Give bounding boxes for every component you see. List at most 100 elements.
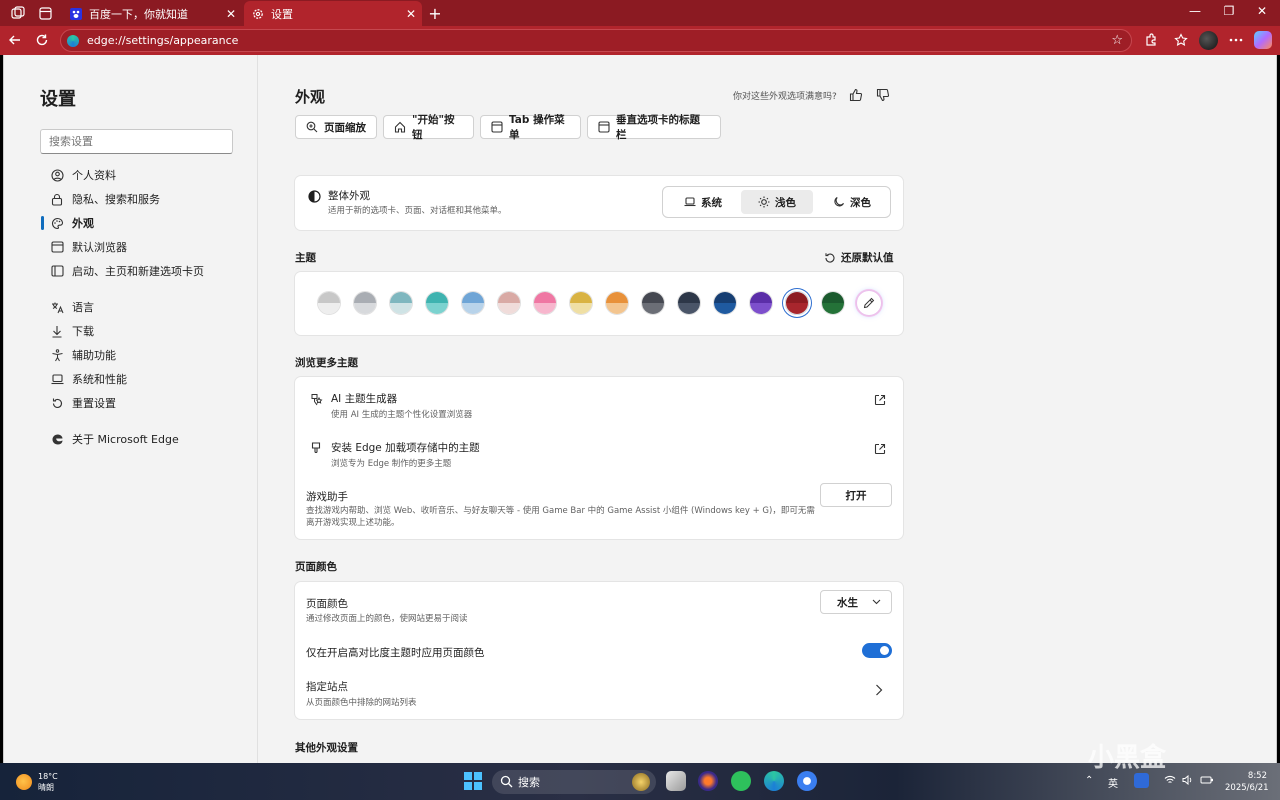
edge-taskbar-icon[interactable] (764, 771, 784, 791)
theme-swatch[interactable] (749, 291, 773, 315)
windows-start-icon[interactable] (464, 772, 482, 790)
restore-defaults-label: 还原默认值 (841, 252, 894, 264)
chip-home-button[interactable]: "开始"按钮 (383, 114, 474, 141)
swatch-top (462, 292, 484, 303)
volume-icon[interactable] (1182, 774, 1194, 788)
sidebar-item-downloads[interactable]: 下载 (50, 321, 94, 341)
theme-swatch[interactable] (389, 291, 413, 315)
overall-appearance-card: 整体外观 适用于新的选项卡、页面、对话框和其他菜单。 系统 浅色 深色 (295, 176, 903, 230)
weather-widget[interactable]: 18°C 晴朗 (38, 771, 58, 793)
ime-indicator[interactable]: 英 (1108, 775, 1118, 790)
restore-icon[interactable]: ❐ (1220, 4, 1238, 18)
page-color-select[interactable]: 水生 (820, 590, 892, 614)
url-field[interactable]: edge://settings/appearance ☆ (60, 29, 1132, 52)
close-window-icon[interactable]: ✕ (1253, 4, 1271, 18)
app2-icon[interactable] (797, 771, 817, 791)
refresh-icon[interactable] (33, 31, 51, 49)
weather-sun-icon[interactable] (16, 774, 32, 790)
mode-label: 深色 (850, 196, 871, 209)
extensions-icon[interactable] (1142, 31, 1160, 49)
swatch-bottom (534, 303, 556, 314)
tray-overflow-icon[interactable]: ⌃ (1085, 775, 1093, 786)
sidebar-item-profile[interactable]: 个人资料 (50, 165, 116, 185)
tab-settings[interactable]: 设置 ✕ (244, 1, 422, 26)
sidebar-item-appearance[interactable]: 外观 (50, 213, 94, 233)
theme-swatch[interactable] (785, 291, 809, 315)
chip-page-zoom[interactable]: 页面缩放 (295, 115, 377, 139)
swatch-bottom (714, 303, 736, 314)
thumbs-down-icon[interactable] (876, 87, 890, 102)
chip-label: "开始"按钮 (412, 114, 455, 141)
theme-swatch[interactable] (569, 291, 593, 315)
theme-swatch[interactable] (605, 291, 629, 315)
wechat-icon[interactable] (731, 771, 751, 791)
external-link-icon[interactable] (874, 391, 886, 406)
sidebar-item-about[interactable]: 关于 Microsoft Edge (50, 429, 179, 449)
sidebar-item-language[interactable]: 语言 (50, 297, 94, 317)
theme-swatch[interactable] (461, 291, 485, 315)
theme-swatch[interactable] (317, 291, 341, 315)
task-view-icon[interactable] (666, 771, 686, 791)
theme-swatch[interactable] (677, 291, 701, 315)
mode-dark-button[interactable]: 深色 (815, 190, 889, 214)
favorites-icon[interactable] (1172, 31, 1190, 49)
profile-icon (50, 168, 64, 182)
specified-sites-title: 指定站点 (306, 681, 348, 693)
tab-actions-icon[interactable] (36, 4, 54, 22)
mode-label: 浅色 (775, 196, 796, 209)
favorite-star-icon[interactable]: ☆ (1111, 33, 1123, 48)
new-tab-button[interactable]: + (426, 4, 444, 23)
swatch-top (426, 292, 448, 303)
chip-vertical-tabs-title-bar[interactable]: 垂直选项卡的标题栏 (587, 114, 721, 141)
workspaces-icon[interactable] (9, 4, 27, 22)
game-assist-subtitle-line2: 离开游戏实现上述功能。 (306, 518, 400, 528)
baidu-input-icon[interactable] (1134, 773, 1149, 788)
search-settings-input[interactable] (40, 129, 233, 154)
system-clock[interactable]: 8:52 2025/6/21 (1225, 770, 1269, 794)
sidebar-item-startup[interactable]: 启动、主页和新建选项卡页 (50, 261, 204, 281)
close-tab-icon[interactable]: ✕ (226, 7, 236, 21)
sidebar-item-default-browser[interactable]: 默认浏览器 (50, 237, 127, 257)
copilot-icon[interactable] (1254, 31, 1272, 49)
page-color-subtitle: 通过修改页面上的颜色，使网站更易于阅读 (306, 614, 468, 624)
thumbs-up-icon[interactable] (849, 87, 863, 102)
high-contrast-only-toggle[interactable] (862, 643, 892, 658)
settings-sidebar: 设置 个人资料 隐私、搜索和服务 外观 默认浏览器 启动、主页和新建选项卡页 语… (4, 55, 258, 763)
custom-theme-swatch[interactable] (857, 291, 881, 315)
sidebar-item-reset[interactable]: 重置设置 (50, 393, 116, 413)
chip-label: 页面缩放 (324, 121, 366, 134)
theme-swatch[interactable] (533, 291, 557, 315)
swatch-top (534, 292, 556, 303)
minimize-icon[interactable]: — (1186, 4, 1204, 18)
theme-swatch[interactable] (641, 291, 665, 315)
back-icon[interactable] (6, 31, 24, 49)
sidebar-item-privacy[interactable]: 隐私、搜索和服务 (50, 189, 160, 209)
theme-card (295, 272, 903, 335)
tab-baidu[interactable]: 百度一下，你就知道 ✕ (62, 1, 242, 26)
app-icon[interactable] (698, 771, 718, 791)
taskbar-search[interactable]: 搜索 (492, 770, 656, 794)
taskbar-search-label: 搜索 (518, 776, 540, 789)
theme-swatch[interactable] (821, 291, 845, 315)
close-tab-icon[interactable]: ✕ (406, 7, 416, 21)
sidebar-item-label: 默认浏览器 (72, 241, 127, 254)
weather-desc: 晴朗 (38, 783, 54, 792)
external-link-icon[interactable] (874, 440, 886, 455)
chevron-right-icon[interactable] (875, 681, 885, 696)
battery-icon[interactable] (1200, 775, 1214, 788)
mode-system-button[interactable]: 系统 (666, 190, 740, 214)
theme-swatch[interactable] (497, 291, 521, 315)
mode-light-button[interactable]: 浅色 (741, 190, 813, 214)
profile-avatar[interactable] (1199, 31, 1218, 50)
wifi-icon[interactable] (1164, 775, 1176, 788)
theme-swatch[interactable] (713, 291, 737, 315)
swatch-bottom (822, 303, 844, 314)
theme-swatch[interactable] (353, 291, 377, 315)
game-assist-open-button[interactable]: 打开 (820, 483, 892, 507)
more-menu-icon[interactable] (1227, 31, 1245, 49)
theme-swatch[interactable] (425, 291, 449, 315)
sidebar-item-accessibility[interactable]: 辅助功能 (50, 345, 116, 365)
chip-tab-menu[interactable]: Tab 操作菜单 (480, 114, 581, 141)
sidebar-item-system[interactable]: 系统和性能 (50, 369, 127, 389)
restore-defaults-button[interactable]: 还原默认值 (824, 250, 894, 265)
